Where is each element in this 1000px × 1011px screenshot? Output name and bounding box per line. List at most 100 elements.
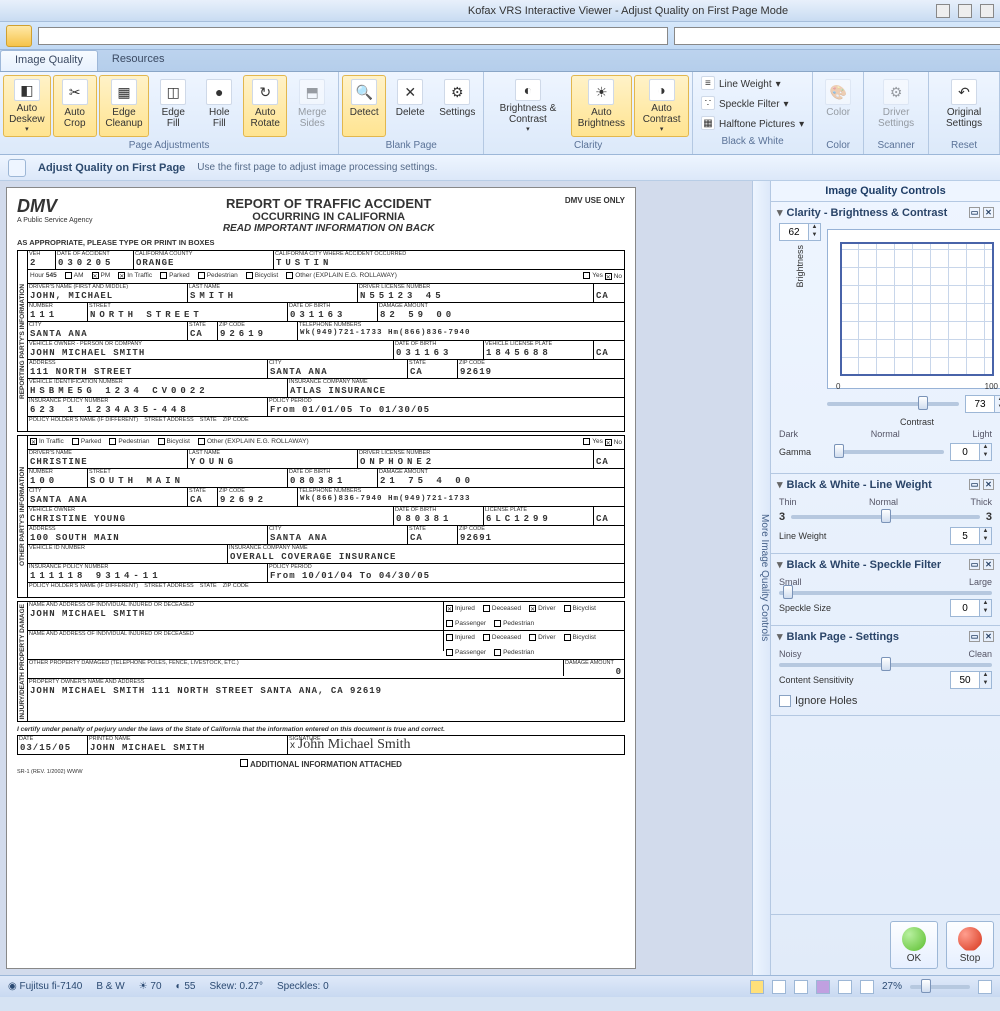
auto-deskew-button[interactable]: ◧Auto Deskew▾ [3, 75, 51, 137]
blank-settings-button[interactable]: ⚙Settings [434, 75, 480, 137]
main-area: DMV A Public Service Agency REPORT OF TR… [0, 181, 1000, 975]
scanner-icon: ⚙ [883, 79, 909, 105]
brightness-contrast-icon: ◐ [515, 79, 541, 101]
close-button[interactable] [980, 4, 994, 18]
speckle-icon: ∵ [701, 96, 715, 110]
edge-cleanup-button[interactable]: ▦Edge Cleanup [99, 75, 150, 137]
ribbon: ◧Auto Deskew▾ ✂Auto Crop ▦Edge Cleanup ◫… [0, 72, 1000, 155]
halftone-button[interactable]: ▦Halftone Pictures ▾ [696, 115, 809, 133]
ignore-holes-checkbox[interactable]: Ignore Holes [779, 695, 992, 707]
brightness-contrast-button[interactable]: ◐Brightness & Contrast▾ [487, 75, 568, 137]
line-weight-icon: ≡ [701, 76, 715, 90]
rotate-icon: ↻ [252, 79, 278, 105]
maximize-button[interactable] [958, 4, 972, 18]
more-controls-tab[interactable]: More Image Quality Controls [752, 181, 770, 975]
brightness-contrast-chart[interactable]: 0 100 [827, 229, 1000, 389]
group-color: 🎨Color Color [813, 72, 864, 154]
document-pane[interactable]: DMV A Public Service Agency REPORT OF TR… [0, 181, 752, 975]
tab-resources[interactable]: Resources [98, 50, 179, 71]
section-other: OTHER PARTY'S INFORMATION In Traffic Par… [17, 435, 625, 598]
settings-icon: ⚙ [444, 79, 470, 105]
panel-heading: Image Quality Controls [771, 181, 1000, 202]
group-page-adjustments: ◧Auto Deskew▾ ✂Auto Crop ▦Edge Cleanup ◫… [0, 72, 339, 154]
status-speckles: Speckles: 0 [277, 981, 329, 992]
line-weight-spinner[interactable]: ▲▼ [950, 527, 992, 545]
tab-image-quality[interactable]: Image Quality [0, 50, 98, 71]
status-brightness: 70 [150, 981, 161, 992]
detect-button[interactable]: 🔍Detect [342, 75, 386, 137]
gamma-spinner[interactable]: ▲▼ [950, 443, 992, 461]
status-icon-1[interactable] [750, 980, 764, 994]
color-icon: 🎨 [825, 79, 851, 105]
sun-icon: ☀ [588, 79, 614, 105]
deskew-icon: ◧ [14, 79, 40, 101]
original-settings-button[interactable]: ↶Original Settings [932, 75, 996, 137]
delete-icon: ✕ [397, 79, 423, 105]
group-blank-page: 🔍Detect ✕Delete ⚙Settings Blank Page [339, 72, 484, 154]
panel-close-icon[interactable]: ✕ [983, 207, 994, 218]
status-skew: Skew: 0.27° [210, 981, 263, 992]
scanned-document: DMV A Public Service Agency REPORT OF TR… [6, 187, 636, 969]
zoom-fit-icon[interactable] [860, 980, 874, 994]
clarity-panel: ▾Clarity - Brightness & Contrast▭✕ ▲▼ Br… [771, 202, 1000, 474]
group-black-white: ≡Line Weight ▾ ∵Speckle Filter ▾ ▦Halfto… [693, 72, 813, 154]
ok-button[interactable]: OK [890, 921, 938, 969]
collapse-icon[interactable]: ▾ [777, 206, 783, 219]
quality-controls-panel: Image Quality Controls ▾Clarity - Bright… [770, 181, 1000, 975]
edge-cleanup-icon: ▦ [111, 79, 137, 105]
status-contrast: 55 [184, 981, 195, 992]
app-badge-icon[interactable] [6, 25, 32, 47]
group-scanner: ⚙Driver Settings Scanner [864, 72, 929, 154]
zoom-out-icon[interactable] [838, 980, 852, 994]
ribbon-tabs: Image Quality Resources [0, 50, 1000, 72]
collapse-icon[interactable]: ▾ [777, 558, 783, 571]
stop-button[interactable]: Stop [946, 921, 994, 969]
sensitivity-slider[interactable] [779, 663, 992, 667]
hole-fill-icon: ● [206, 79, 232, 105]
contrast-spinner[interactable]: ▲▼ [965, 395, 1000, 413]
auto-brightness-button[interactable]: ☀Auto Brightness [571, 75, 633, 137]
status-icon-2[interactable] [772, 980, 786, 994]
info-title: Adjust Quality on First Page [38, 162, 185, 174]
brightness-spinner[interactable]: ▲▼ [779, 223, 821, 241]
blank-page-panel: ▾Blank Page - Settings▭✕ NoisyClean Cont… [771, 626, 1000, 716]
line-weight-panel: ▾Black & White - Line Weight▭✕ ThinNorma… [771, 474, 1000, 554]
collapse-icon[interactable]: ▾ [777, 630, 783, 643]
speckle-panel: ▾Black & White - Speckle Filter▭✕ SmallL… [771, 554, 1000, 626]
zoom-slider[interactable] [910, 985, 970, 989]
gamma-slider[interactable] [835, 450, 944, 454]
speckle-spinner[interactable]: ▲▼ [950, 599, 992, 617]
speckle-filter-button[interactable]: ∵Speckle Filter ▾ [696, 95, 809, 113]
dmv-logo: DMV [17, 196, 93, 217]
section-reporting: REPORTING PARTY'S INFORMATION VEH2 DATE … [17, 250, 625, 432]
auto-rotate-button[interactable]: ↻Auto Rotate [243, 75, 287, 137]
status-icon-4[interactable] [816, 980, 830, 994]
section-injury: INJURY/DEATH PROPERTY DAMAGE NAME AND AD… [17, 601, 625, 722]
panel-window-icon[interactable]: ▭ [969, 207, 980, 218]
status-zoom: 27% [882, 981, 902, 992]
info-bar: Adjust Quality on First Page Use the fir… [0, 155, 1000, 181]
auto-crop-button[interactable]: ✂Auto Crop [53, 75, 97, 137]
hole-fill-button[interactable]: ●Hole Fill [197, 75, 241, 137]
quick-access-toolbar: | Profile: ▾ ✕ [0, 22, 1000, 50]
magnify-icon[interactable] [8, 159, 26, 177]
line-weight-slider[interactable] [791, 515, 980, 519]
edge-fill-icon: ◫ [160, 79, 186, 105]
driver-settings-button: ⚙Driver Settings [867, 75, 925, 137]
contrast-slider[interactable] [827, 402, 959, 406]
line-weight-button[interactable]: ≡Line Weight ▾ [696, 75, 809, 93]
save-as-icon[interactable] [674, 27, 1000, 45]
speckle-slider[interactable] [779, 591, 992, 595]
status-icon-3[interactable] [794, 980, 808, 994]
collapse-icon[interactable]: ▾ [777, 478, 783, 491]
sensitivity-spinner[interactable]: ▲▼ [950, 671, 992, 689]
edge-fill-button[interactable]: ◫Edge Fill [151, 75, 195, 137]
auto-contrast-button[interactable]: ◑Auto Contrast▾ [634, 75, 689, 137]
status-mode: B & W [96, 981, 124, 992]
titlebar: Kofax VRS Interactive Viewer - Adjust Qu… [0, 0, 1000, 22]
zoom-in-icon[interactable] [978, 980, 992, 994]
delete-button[interactable]: ✕Delete [388, 75, 432, 137]
info-subtitle: Use the first page to adjust image proce… [197, 162, 437, 173]
minimize-button[interactable] [936, 4, 950, 18]
save-icon[interactable] [38, 27, 668, 45]
